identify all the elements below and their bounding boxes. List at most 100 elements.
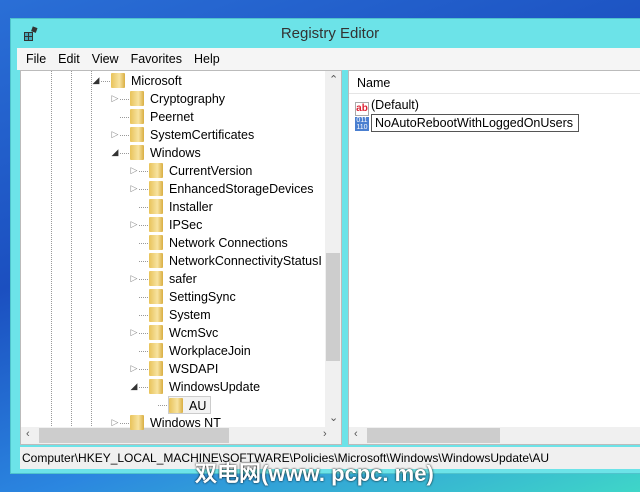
- expand-arrow-icon[interactable]: ▷: [129, 219, 139, 230]
- expand-arrow-icon[interactable]: ▷: [129, 183, 139, 194]
- tree-connector: [139, 333, 148, 334]
- tree-item-enhancedstoragedevices[interactable]: EnhancedStorageDevices: [149, 180, 314, 198]
- values-horizontal-scroll-thumb[interactable]: [367, 428, 500, 443]
- tree-item-cryptography[interactable]: Cryptography: [130, 90, 225, 108]
- folder-icon: [149, 379, 163, 394]
- folder-icon: [130, 109, 144, 124]
- values-pane[interactable]: Name ab(Default) 011110 ‹: [348, 70, 640, 445]
- tree-item-installer[interactable]: Installer: [149, 198, 213, 216]
- tree-connector: [120, 423, 129, 424]
- tree-item-settingsync[interactable]: SettingSync: [149, 288, 236, 306]
- tree-item-label: System: [169, 308, 211, 322]
- menu-favorites[interactable]: Favorites: [131, 52, 182, 66]
- expand-arrow-icon[interactable]: ▷: [110, 417, 120, 428]
- watermark: 双电网(www. pcpc. me): [195, 461, 434, 486]
- tree-item-label: safer: [169, 272, 197, 286]
- column-header-name[interactable]: Name: [357, 73, 390, 93]
- menu-help[interactable]: Help: [194, 52, 220, 66]
- tree-item-label: WorkplaceJoin: [169, 344, 251, 358]
- registry-editor-window: Registry Editor File Edit View Favorites…: [10, 18, 640, 474]
- expand-arrow-icon[interactable]: ▷: [110, 93, 120, 104]
- menu-file[interactable]: File: [26, 52, 46, 66]
- tree-item-label: CurrentVersion: [169, 164, 253, 178]
- tree-item-networkconnectivitystatusi[interactable]: NetworkConnectivityStatusI: [149, 252, 322, 270]
- scroll-left-icon[interactable]: ‹: [354, 428, 358, 440]
- collapse-arrow-icon[interactable]: ◢: [129, 381, 139, 392]
- tree-vertical-scrollbar[interactable]: ⌃ ⌄: [325, 71, 341, 428]
- expand-arrow-icon[interactable]: ▷: [129, 327, 139, 338]
- tree-item-ipsec[interactable]: IPSec: [149, 216, 202, 234]
- tree-item-label: IPSec: [169, 218, 203, 232]
- tree-connector: [101, 81, 110, 82]
- tree-item-network-connections[interactable]: Network Connections: [149, 234, 288, 252]
- tree-connector: [120, 99, 129, 100]
- folder-icon: [149, 361, 163, 376]
- key-tree-pane[interactable]: ⌃ ⌄ ‹ › Microsoft ◢ Cryptography ▷ Peernet Sy…: [20, 70, 342, 445]
- menu-edit[interactable]: Edit: [58, 52, 80, 66]
- dword-value-icon: 011 110: [355, 117, 369, 131]
- expand-arrow-icon[interactable]: ▷: [129, 165, 139, 176]
- collapse-arrow-icon[interactable]: ◢: [110, 147, 120, 158]
- tree-item-system[interactable]: System: [149, 306, 211, 324]
- scroll-up-icon[interactable]: ⌃: [329, 73, 338, 86]
- folder-icon: [149, 289, 163, 304]
- folder-icon: [149, 253, 163, 268]
- scroll-down-icon[interactable]: ⌄: [329, 411, 338, 424]
- scroll-right-icon[interactable]: ›: [323, 428, 327, 440]
- tree-guide-line: [71, 71, 72, 428]
- tree-connector: [139, 243, 148, 244]
- folder-icon: [149, 217, 163, 232]
- tree-item-label: Microsoft: [131, 74, 182, 88]
- tree-item-currentversion[interactable]: CurrentVersion: [149, 162, 252, 180]
- menu-view[interactable]: View: [92, 52, 119, 66]
- tree-guide-line: [51, 71, 52, 428]
- folder-icon: [130, 145, 144, 160]
- folder-icon: [149, 181, 163, 196]
- tree-connector: [139, 207, 148, 208]
- collapse-arrow-icon[interactable]: ◢: [91, 75, 101, 86]
- tree-connector: [139, 387, 148, 388]
- expand-arrow-icon[interactable]: ▷: [129, 363, 139, 374]
- folder-icon: [169, 398, 183, 413]
- value-row[interactable]: 011 110: [355, 114, 579, 132]
- tree-item-label: SettingSync: [169, 290, 236, 304]
- tree-vertical-scroll-thumb[interactable]: [326, 253, 340, 361]
- tree-connector: [139, 315, 148, 316]
- tree-item-workplacejoin[interactable]: WorkplaceJoin: [149, 342, 251, 360]
- expand-arrow-icon[interactable]: ▷: [110, 129, 120, 140]
- value-name: (Default): [371, 98, 419, 112]
- tree-item-label: Windows: [150, 146, 201, 160]
- rename-value-input[interactable]: [371, 114, 579, 132]
- tree-connector: [139, 225, 148, 226]
- values-horizontal-scrollbar[interactable]: ‹: [349, 427, 640, 444]
- menu-bar: File Edit View Favorites Help: [17, 48, 640, 70]
- header-divider: [349, 93, 640, 94]
- tree-connector: [158, 405, 167, 406]
- tree-item-label: Windows NT: [150, 416, 221, 430]
- folder-icon: [149, 199, 163, 214]
- tree-connector: [139, 297, 148, 298]
- tree-item-windows-nt[interactable]: Windows NT: [130, 414, 221, 432]
- expand-arrow-icon[interactable]: ▷: [129, 273, 139, 284]
- folder-icon: [149, 271, 163, 286]
- tree-connector: [120, 135, 129, 136]
- tree-item-label: EnhancedStorageDevices: [169, 182, 314, 196]
- tree-item-windowsupdate[interactable]: WindowsUpdate: [149, 378, 260, 396]
- tree-item-windows[interactable]: Windows: [130, 144, 201, 162]
- tree-item-au[interactable]: AU: [168, 396, 212, 414]
- tree-item-safer[interactable]: safer: [149, 270, 197, 288]
- tree-connector: [139, 369, 148, 370]
- scroll-left-icon[interactable]: ‹: [26, 428, 30, 440]
- tree-item-wsdapi[interactable]: WSDAPI: [149, 360, 218, 378]
- folder-icon: [149, 343, 163, 358]
- tree-connector: [120, 153, 129, 154]
- tree-connector: [139, 261, 148, 262]
- window-title: Registry Editor: [280, 25, 380, 42]
- tree-item-microsoft[interactable]: Microsoft: [111, 72, 182, 90]
- tree-item-label: Cryptography: [150, 92, 226, 106]
- tree-item-peernet[interactable]: Peernet: [130, 108, 194, 126]
- tree-item-systemcertificates[interactable]: SystemCertificates: [130, 126, 254, 144]
- tree-item-label: Network Connections: [169, 236, 288, 250]
- tree-item-wcmsvc[interactable]: WcmSvc: [149, 324, 218, 342]
- value-row[interactable]: ab (Default): [355, 96, 419, 116]
